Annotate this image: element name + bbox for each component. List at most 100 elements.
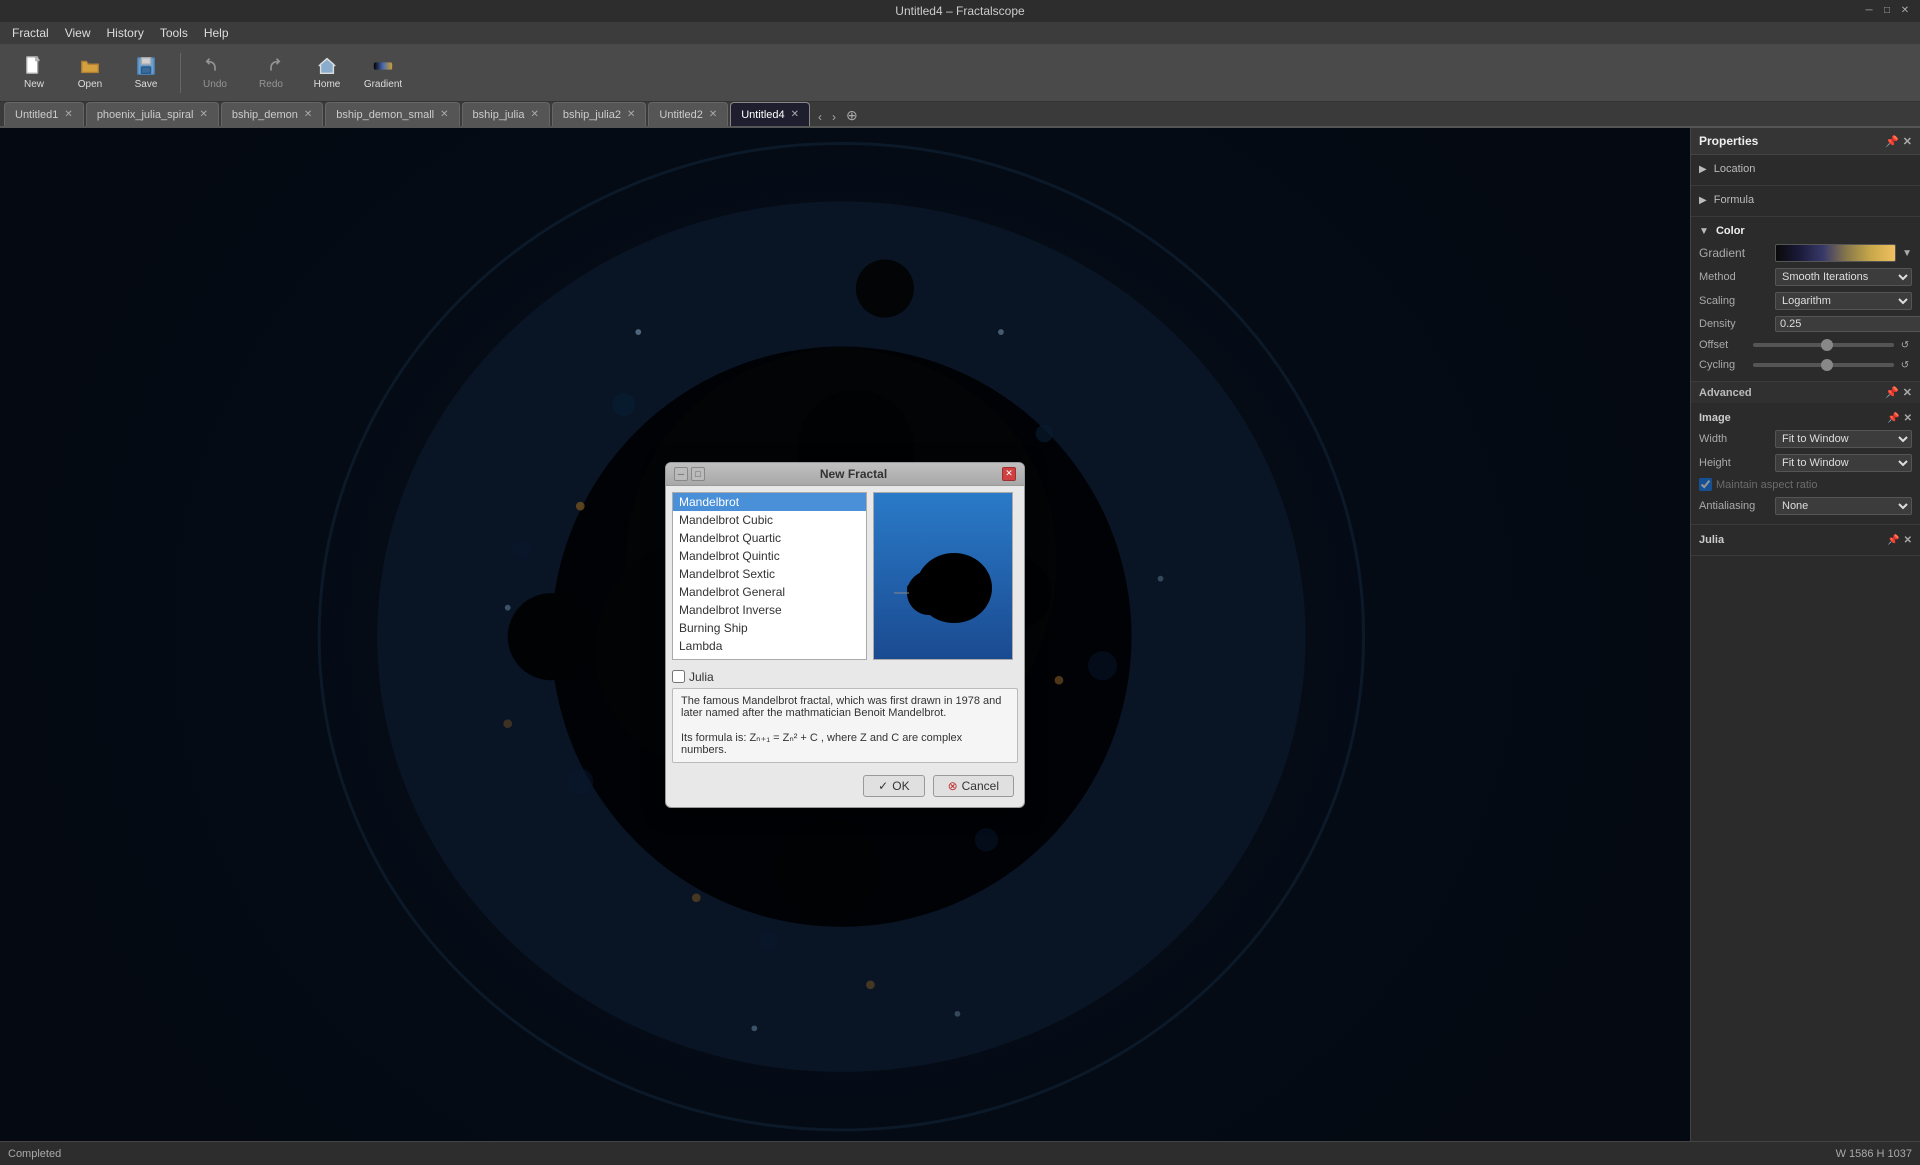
tab-phoenix-close[interactable]: ✕ — [199, 110, 207, 120]
tab-next-btn[interactable]: › — [828, 108, 840, 126]
image-section: Image 📌 ✕ Width Fit to Window Height Fit… — [1691, 403, 1920, 525]
formula-section: ▶ Formula — [1691, 186, 1920, 217]
image-collapse-btn[interactable]: ✕ — [1904, 413, 1912, 424]
tab-prev-btn[interactable]: ‹ — [814, 108, 826, 126]
maintain-aspect-label[interactable]: Maintain aspect ratio — [1716, 479, 1818, 491]
statusbar: Completed W 1586 H 1037 — [0, 1141, 1920, 1165]
fractal-item-mandelbrot-quartic[interactable]: Mandelbrot Quartic — [673, 529, 866, 547]
fractal-item-mandelbrot[interactable]: Mandelbrot — [673, 493, 866, 511]
tab-bship-julia2-close[interactable]: ✕ — [627, 110, 635, 120]
julia-collapse-btn[interactable]: ✕ — [1904, 535, 1912, 546]
tab-untitled1[interactable]: Untitled1 ✕ — [4, 102, 84, 126]
new-button[interactable]: New — [8, 48, 60, 98]
method-label: Method — [1699, 271, 1769, 283]
offset-slider-thumb[interactable] — [1821, 339, 1833, 351]
modal-maximize-btn[interactable]: □ — [691, 467, 705, 481]
location-section: ▶ Location — [1691, 155, 1920, 186]
tab-bship-julia-close[interactable]: ✕ — [531, 110, 539, 120]
tabsbar: Untitled1 ✕ phoenix_julia_spiral ✕ bship… — [0, 102, 1920, 128]
cycling-slider-thumb[interactable] — [1821, 359, 1833, 371]
fractal-item-mandelbrot-cubic[interactable]: Mandelbrot Cubic — [673, 511, 866, 529]
maintain-aspect-row: Maintain aspect ratio — [1691, 475, 1920, 494]
tab-bship-demon-small[interactable]: bship_demon_small ✕ — [325, 102, 459, 126]
gradient-button[interactable]: Gradient — [357, 48, 409, 98]
canvas-area[interactable]: ─ □ New Fractal ✕ MandelbrotMandelbrot C… — [0, 128, 1690, 1141]
scaling-select[interactable]: Logarithm — [1775, 292, 1912, 310]
height-select[interactable]: Fit to Window — [1775, 454, 1912, 472]
tab-untitled2[interactable]: Untitled2 ✕ — [648, 102, 728, 126]
menu-history[interactable]: History — [98, 24, 151, 42]
julia-label[interactable]: Julia — [689, 670, 714, 684]
tab-untitled1-close[interactable]: ✕ — [64, 110, 72, 120]
close-btn[interactable]: ✕ — [1898, 3, 1912, 17]
minimize-btn[interactable]: ─ — [1862, 3, 1876, 17]
tab-bship-julia2[interactable]: bship_julia2 ✕ — [552, 102, 647, 126]
tab-bship-demon-small-close[interactable]: ✕ — [440, 110, 448, 120]
ok-icon: ✓ — [878, 779, 888, 793]
undo-button[interactable]: Undo — [189, 48, 241, 98]
fractal-type-list[interactable]: MandelbrotMandelbrot CubicMandelbrot Qua… — [672, 492, 867, 660]
menu-help[interactable]: Help — [196, 24, 237, 42]
julia-section-header[interactable]: Julia 📌 ✕ — [1691, 531, 1920, 549]
cancel-label: Cancel — [962, 779, 999, 793]
method-select[interactable]: Smooth Iterations — [1775, 268, 1912, 286]
titlebar: Untitled4 – Fractalscope ─ □ ✕ — [0, 0, 1920, 22]
fractal-item-lambda[interactable]: Lambda — [673, 637, 866, 655]
cycling-slider-track[interactable] — [1753, 363, 1894, 367]
advanced-close-btn[interactable]: ✕ — [1903, 386, 1912, 399]
tab-bship-julia[interactable]: bship_julia ✕ — [462, 102, 550, 126]
cancel-button[interactable]: ⊗ Cancel — [933, 775, 1014, 797]
maintain-aspect-checkbox[interactable] — [1699, 478, 1712, 491]
titlebar-controls[interactable]: ─ □ ✕ — [1862, 3, 1912, 17]
redo-label: Redo — [259, 79, 283, 90]
panel-pin-btn[interactable]: 📌 — [1885, 135, 1899, 148]
gradient-expand-btn[interactable]: ▼ — [1902, 248, 1912, 259]
fractal-item-mandelbrot-general[interactable]: Mandelbrot General — [673, 583, 866, 601]
fractal-item-mandelbrot-inverse[interactable]: Mandelbrot Inverse — [673, 601, 866, 619]
width-select[interactable]: Fit to Window — [1775, 430, 1912, 448]
image-pin-btn[interactable]: 📌 — [1887, 413, 1899, 424]
formula-section-title[interactable]: ▶ Formula — [1691, 192, 1920, 210]
tab-add-button[interactable]: ⊕ — [842, 105, 862, 126]
redo-button[interactable]: Redo — [245, 48, 297, 98]
home-button[interactable]: Home — [301, 48, 353, 98]
fractal-item-burning-ship[interactable]: Burning Ship — [673, 619, 866, 637]
menu-fractal[interactable]: Fractal — [4, 24, 57, 42]
offset-slider-track[interactable] — [1753, 343, 1894, 347]
tab-bship-demon-small-label: bship_demon_small — [336, 109, 434, 121]
menu-view[interactable]: View — [57, 24, 99, 42]
panel-close-btn[interactable]: ✕ — [1903, 135, 1912, 148]
ok-button[interactable]: ✓ OK — [863, 775, 924, 797]
save-button[interactable]: Save — [120, 48, 172, 98]
fractal-item-mandelbrot-quintic[interactable]: Mandelbrot Quintic — [673, 547, 866, 565]
density-input[interactable]: 0.25 — [1775, 316, 1920, 332]
image-section-header[interactable]: Image 📌 ✕ — [1691, 409, 1920, 427]
tab-phoenix[interactable]: phoenix_julia_spiral ✕ — [86, 102, 219, 126]
maximize-btn[interactable]: □ — [1880, 3, 1894, 17]
julia-checkbox[interactable] — [672, 670, 685, 683]
toolbar-separator-1 — [180, 53, 181, 93]
fractal-description: The famous Mandelbrot fractal, which was… — [672, 688, 1018, 763]
location-section-title[interactable]: ▶ Location — [1691, 161, 1920, 179]
tab-bship-demon-close[interactable]: ✕ — [304, 110, 312, 120]
formula-collapse-icon: ▶ — [1699, 195, 1707, 206]
tab-untitled4-close[interactable]: ✕ — [791, 110, 799, 120]
advanced-pin-btn[interactable]: 📌 — [1885, 386, 1899, 399]
modal-body: MandelbrotMandelbrot CubicMandelbrot Qua… — [666, 486, 1024, 666]
cycling-reset-btn[interactable]: ↺ — [1898, 358, 1912, 372]
offset-reset-btn[interactable]: ↺ — [1898, 338, 1912, 352]
open-button[interactable]: Open — [64, 48, 116, 98]
gradient-display[interactable] — [1775, 244, 1896, 262]
menu-tools[interactable]: Tools — [152, 24, 196, 42]
tab-untitled2-close[interactable]: ✕ — [709, 110, 717, 120]
modal-close-btn[interactable]: ✕ — [1002, 467, 1016, 481]
fractal-item-mandelbrot-sextic[interactable]: Mandelbrot Sextic — [673, 565, 866, 583]
modal-minimize-btn[interactable]: ─ — [674, 467, 688, 481]
fractal-item-phoenix[interactable]: Phoenix — [673, 655, 866, 660]
color-section-title[interactable]: ▼ Color — [1691, 223, 1920, 241]
tab-bship-demon[interactable]: bship_demon ✕ — [221, 102, 323, 126]
density-label: Density — [1699, 318, 1769, 330]
antialiasing-select[interactable]: None — [1775, 497, 1912, 515]
julia-pin-btn[interactable]: 📌 — [1887, 535, 1899, 546]
tab-untitled4[interactable]: Untitled4 ✕ — [730, 102, 810, 126]
